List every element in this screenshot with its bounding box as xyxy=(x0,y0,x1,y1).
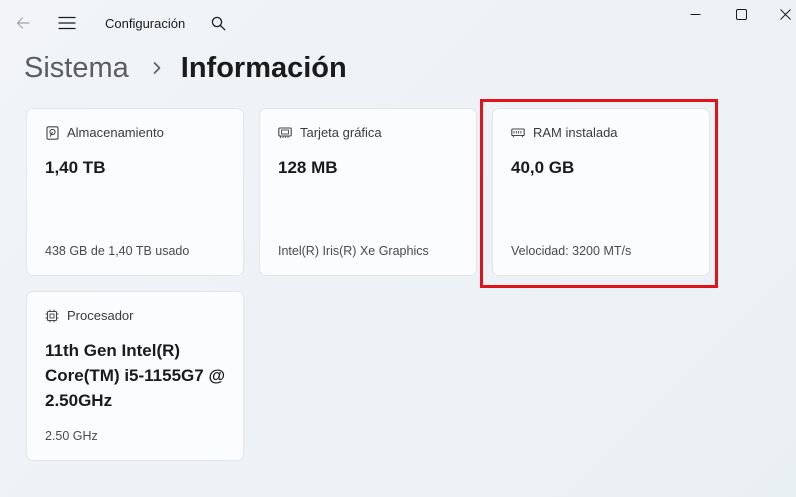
maximize-icon xyxy=(735,8,747,20)
hamburger-menu-icon xyxy=(58,16,76,30)
graphics-card-icon xyxy=(278,126,292,140)
page-title: Información xyxy=(180,51,347,84)
title-bar: Configuración xyxy=(0,0,796,48)
storage-detail: 438 GB de 1,40 TB usado xyxy=(45,244,190,258)
storage-label: Almacenamiento xyxy=(67,125,164,140)
hard-drive-icon xyxy=(45,125,59,140)
search-button[interactable] xyxy=(208,13,228,33)
breadcrumb-parent-link[interactable]: Sistema xyxy=(24,52,129,85)
close-icon xyxy=(779,8,791,20)
arrow-left-icon xyxy=(16,17,30,29)
graphics-detail: Intel(R) Iris(R) Xe Graphics xyxy=(278,244,429,258)
minimize-icon xyxy=(690,13,700,15)
storage-value: 1,40 TB xyxy=(45,158,106,177)
processor-card: Procesador 11th Gen Intel(R) Core(TM) i5… xyxy=(26,291,244,461)
processor-label: Procesador xyxy=(67,308,134,323)
ram-label: RAM instalada xyxy=(533,125,618,140)
chevron-right-icon xyxy=(143,54,171,82)
breadcrumb: Sistema Información xyxy=(24,48,347,88)
processor-icon xyxy=(45,309,59,323)
graphics-card: Tarjeta gráfica 128 MB Intel(R) Iris(R) … xyxy=(259,108,477,276)
processor-detail: 2.50 GHz xyxy=(45,429,98,443)
back-button[interactable] xyxy=(12,12,34,34)
ram-detail: Velocidad: 3200 MT/s xyxy=(511,244,632,258)
memory-icon xyxy=(511,126,525,140)
minimize-button[interactable] xyxy=(672,0,718,28)
app-title: Configuración xyxy=(105,16,186,31)
graphics-value: 128 MB xyxy=(278,158,338,177)
graphics-label: Tarjeta gráfica xyxy=(300,125,382,140)
search-icon xyxy=(211,16,225,30)
ram-value: 40,0 GB xyxy=(511,158,575,177)
navigation-menu-button[interactable] xyxy=(56,12,78,34)
ram-card: RAM instalada 40,0 GB Velocidad: 3200 MT… xyxy=(492,108,710,276)
maximize-button[interactable] xyxy=(718,0,764,28)
close-button[interactable] xyxy=(762,0,796,28)
processor-value: 11th Gen Intel(R) Core(TM) i5-1155G7 @ 2… xyxy=(45,341,226,410)
storage-card: Almacenamiento 1,40 TB 438 GB de 1,40 TB… xyxy=(26,108,244,276)
